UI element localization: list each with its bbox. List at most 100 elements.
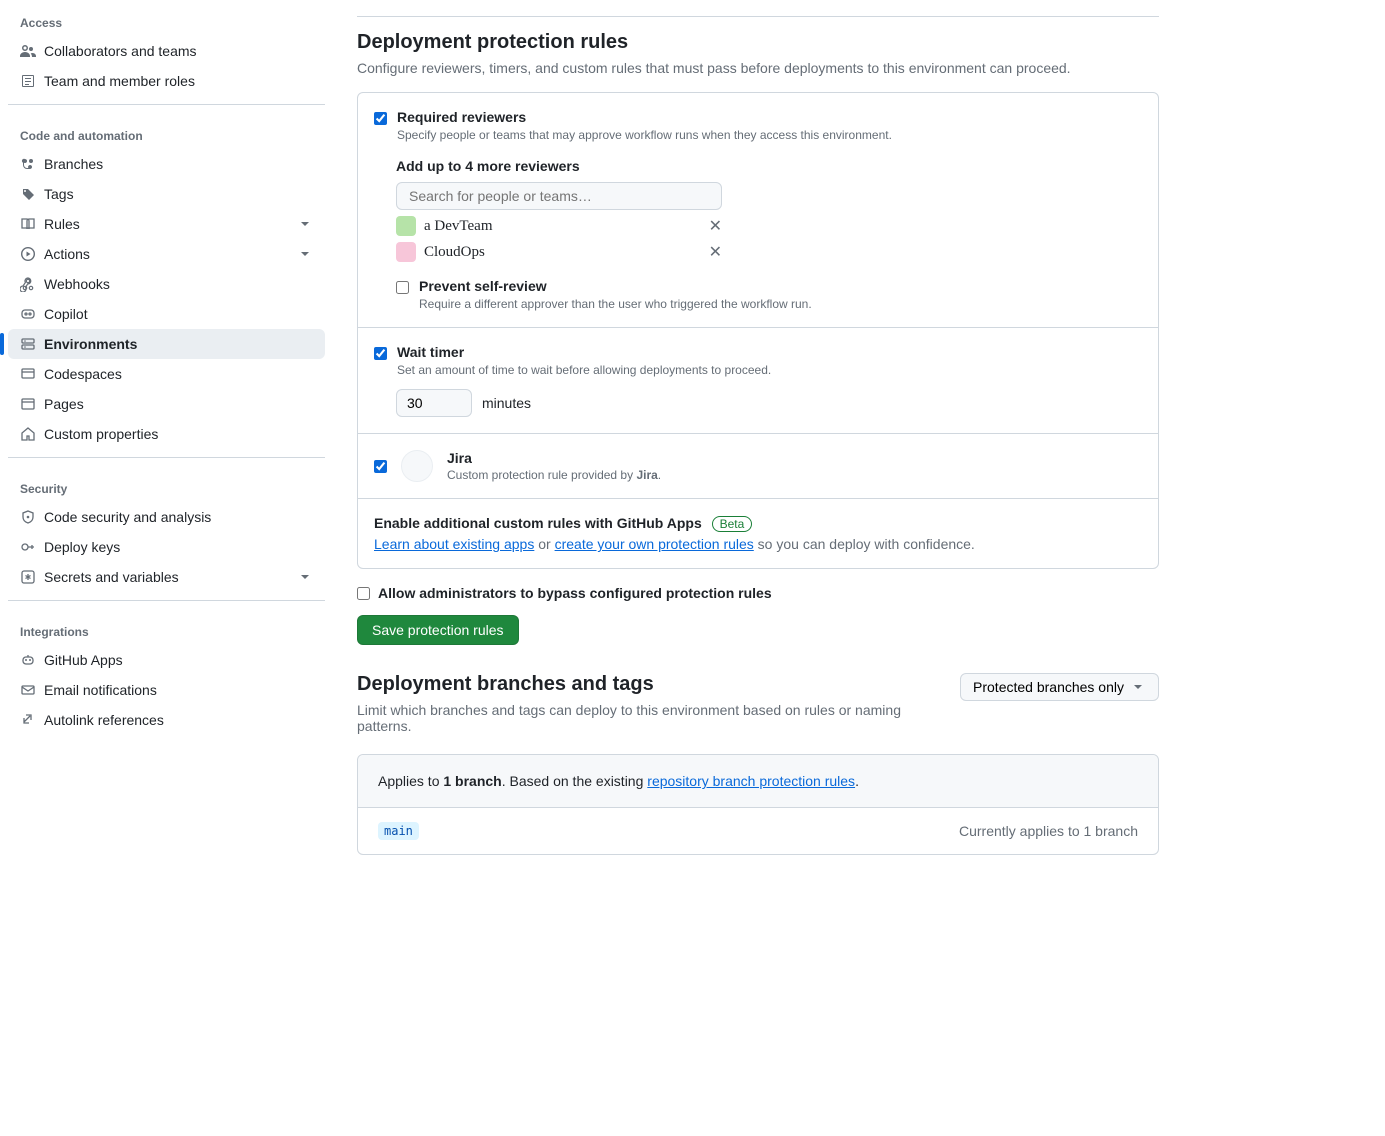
sidebar-item-label: Copilot (44, 306, 313, 322)
wait-timer-input[interactable] (396, 389, 472, 417)
caret-down-icon (1130, 679, 1146, 695)
save-protection-rules-button[interactable]: Save protection rules (357, 615, 519, 645)
prevent-self-review-label: Prevent self-review (419, 278, 812, 294)
required-reviewers-row[interactable]: Required reviewers Specify people or tea… (374, 109, 1142, 142)
required-reviewers-checkbox[interactable] (374, 112, 387, 125)
branch-protection-rules-link[interactable]: repository branch protection rules (647, 773, 855, 789)
sidebar-item-copilot[interactable]: Copilot (8, 299, 325, 329)
required-reviewers-desc: Specify people or teams that may approve… (397, 128, 892, 142)
tag-icon (20, 186, 36, 202)
jira-section: Jira Custom protection rule provided by … (358, 434, 1158, 499)
sidebar-item-deploy-keys[interactable]: Deploy keys (8, 532, 325, 562)
beta-badge: Beta (712, 516, 753, 532)
reviewer-name: CloudOps (424, 244, 701, 261)
sidebar-item-github-apps[interactable]: GitHub Apps (8, 645, 325, 675)
wait-timer-checkbox[interactable] (374, 347, 387, 360)
reviewer-row: a DevTeam✕ (396, 210, 722, 236)
remove-reviewer-button[interactable]: ✕ (709, 216, 722, 236)
sidebar-group-title: Integrations (8, 609, 325, 645)
sidebar-item-rules[interactable]: Rules (8, 209, 325, 239)
sidebar-item-team-and-member-roles[interactable]: Team and member roles (8, 66, 325, 96)
play-icon (20, 246, 36, 262)
jira-title: Jira (447, 450, 661, 466)
wait-timer-section: Wait timer Set an amount of time to wait… (358, 328, 1158, 434)
home-icon (20, 426, 36, 442)
sidebar-item-label: Team and member roles (44, 73, 313, 89)
sidebar-item-label: Autolink references (44, 712, 313, 728)
required-reviewers-section: Required reviewers Specify people or tea… (358, 93, 1158, 328)
jira-checkbox[interactable] (374, 460, 387, 473)
asterisk-icon (20, 569, 36, 585)
remove-reviewer-button[interactable]: ✕ (709, 242, 722, 262)
webhook-icon (20, 276, 36, 292)
add-reviewers-title: Add up to 4 more reviewers (396, 158, 1142, 174)
sidebar-item-label: Code security and analysis (44, 509, 313, 525)
branches-note-box: Applies to 1 branch. Based on the existi… (357, 754, 1159, 855)
sidebar-item-secrets-and-variables[interactable]: Secrets and variables (8, 562, 325, 592)
people-icon (20, 43, 36, 59)
sidebar-item-label: GitHub Apps (44, 652, 313, 668)
reviewers-block: Add up to 4 more reviewers a DevTeam✕Clo… (396, 158, 1142, 311)
sidebar-divider (8, 457, 325, 458)
branch-policy-dropdown[interactable]: Protected branches only (960, 673, 1159, 701)
browser-icon (20, 396, 36, 412)
prevent-self-review-checkbox[interactable] (396, 281, 409, 294)
main-content: Deployment protection rules Configure re… (333, 0, 1183, 885)
sidebar-item-label: Rules (44, 216, 289, 232)
server-icon (20, 336, 36, 352)
sidebar-divider (8, 104, 325, 105)
allow-admin-bypass-checkbox[interactable] (357, 587, 370, 600)
sidebar-item-label: Webhooks (44, 276, 313, 292)
deployment-branches-desc: Limit which branches and tags can deploy… (357, 702, 937, 734)
sidebar-divider (8, 600, 325, 601)
reviewer-search-input[interactable] (396, 182, 722, 210)
reviewer-avatar (396, 242, 416, 262)
branch-icon (20, 156, 36, 172)
key-icon (20, 539, 36, 555)
enable-additional-section: Enable additional custom rules with GitH… (358, 499, 1158, 568)
shield-icon (20, 509, 36, 525)
sidebar-item-label: Branches (44, 156, 313, 172)
sidebar-item-branches[interactable]: Branches (8, 149, 325, 179)
wait-timer-desc: Set an amount of time to wait before all… (397, 363, 771, 377)
wait-timer-row[interactable]: Wait timer Set an amount of time to wait… (374, 344, 1142, 377)
sidebar-item-tags[interactable]: Tags (8, 179, 325, 209)
prevent-self-review-desc: Require a different approver than the us… (419, 297, 812, 311)
codespaces-icon (20, 366, 36, 382)
learn-existing-apps-link[interactable]: Learn about existing apps (374, 536, 534, 552)
branch-status: Currently applies to 1 branch (959, 823, 1138, 839)
sidebar-item-email-notifications[interactable]: Email notifications (8, 675, 325, 705)
protection-rules-desc: Configure reviewers, timers, and custom … (357, 60, 1159, 76)
sidebar-item-pages[interactable]: Pages (8, 389, 325, 419)
sidebar-group-title: Code and automation (8, 113, 325, 149)
branch-row: main Currently applies to 1 branch (358, 808, 1158, 854)
sidebar-item-label: Collaborators and teams (44, 43, 313, 59)
hubot-icon (20, 652, 36, 668)
required-reviewers-label: Required reviewers (397, 109, 892, 125)
sidebar-item-environments[interactable]: Environments (8, 329, 325, 359)
chevron-down-icon (297, 569, 313, 585)
sidebar-item-autolink-references[interactable]: Autolink references (8, 705, 325, 735)
sidebar-item-collaborators-and-teams[interactable]: Collaborators and teams (8, 36, 325, 66)
enable-additional-title: Enable additional custom rules with GitH… (374, 515, 702, 531)
wait-timer-label: Wait timer (397, 344, 771, 360)
prevent-self-review-row[interactable]: Prevent self-review Require a different … (396, 278, 1142, 311)
branch-chip-main: main (378, 822, 419, 840)
sidebar-group-title: Access (8, 0, 325, 36)
sidebar-item-label: Email notifications (44, 682, 313, 698)
sidebar-item-label: Secrets and variables (44, 569, 289, 585)
wait-timer-unit: minutes (482, 395, 531, 411)
allow-admin-bypass-row[interactable]: Allow administrators to bypass configure… (357, 585, 1159, 601)
reviewer-row: CloudOps ✕ (396, 236, 722, 262)
create-protection-rules-link[interactable]: create your own protection rules (555, 536, 754, 552)
sidebar-item-custom-properties[interactable]: Custom properties (8, 419, 325, 449)
sidebar-item-code-security-and-analysis[interactable]: Code security and analysis (8, 502, 325, 532)
sidebar-item-codespaces[interactable]: Codespaces (8, 359, 325, 389)
jira-avatar (401, 450, 433, 482)
settings-sidebar: Access Collaborators and teams Team and me… (0, 0, 333, 885)
sidebar-item-actions[interactable]: Actions (8, 239, 325, 269)
chevron-down-icon (297, 246, 313, 262)
sidebar-item-webhooks[interactable]: Webhooks (8, 269, 325, 299)
sidebar-item-label: Codespaces (44, 366, 313, 382)
sidebar-item-label: Custom properties (44, 426, 313, 442)
